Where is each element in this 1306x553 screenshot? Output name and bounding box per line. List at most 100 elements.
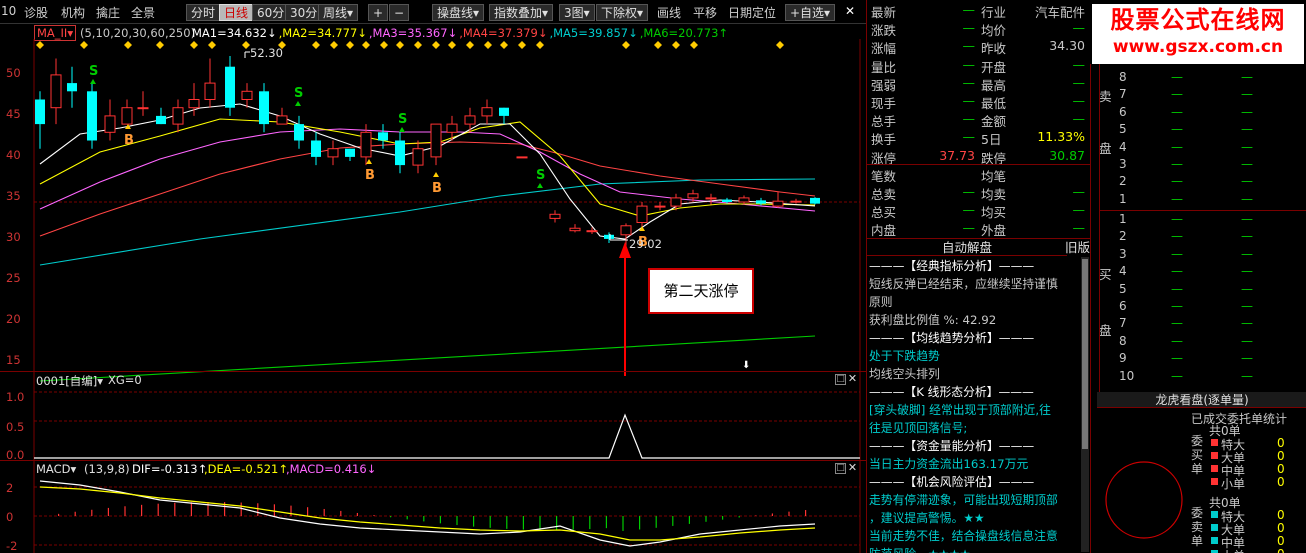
buy-level-5: 5 xyxy=(1119,281,1127,296)
sell-arrow-icon xyxy=(295,101,301,106)
analysis-line-11: 当日主力资金流出163.17万元 xyxy=(869,457,1029,471)
sell-order-row-value: 0 xyxy=(1277,521,1285,535)
quote-value-2: — xyxy=(962,38,976,54)
sell-signal-mark: S xyxy=(89,64,98,79)
candle-up xyxy=(738,197,750,203)
buy-volume: — xyxy=(1241,212,1253,226)
quote-label-4: 强弱 xyxy=(871,77,897,93)
candle-down xyxy=(225,66,235,108)
buy-signal-mark: B xyxy=(432,181,442,196)
candle-down xyxy=(156,115,166,125)
sell-volume: — xyxy=(1241,139,1253,154)
trading-line-dropdown[interactable]: 操盘线▾ xyxy=(432,4,485,21)
analysis-line-13: 走势有停滞迹象，可能出现短期顶部 xyxy=(869,493,1058,507)
menu-catch-dealer[interactable]: 擒庄 xyxy=(96,4,120,21)
xg-signal-chart xyxy=(34,391,860,459)
close-icon[interactable]: ✕ xyxy=(845,4,855,18)
index-overlay-dropdown[interactable]: 指数叠加▾ xyxy=(489,4,554,21)
candle-down xyxy=(604,234,614,239)
watchlist-dropdown[interactable]: +自选▾ xyxy=(785,4,836,21)
low-price-label: 29.02 xyxy=(629,237,662,251)
analysis-line-9: 往是见顶回落信号; xyxy=(869,421,968,435)
buy-price: — xyxy=(1171,212,1183,226)
buy-price: — xyxy=(1171,333,1183,348)
analysis-line-16: 防范风险。★★★★ xyxy=(869,545,970,553)
menu-institution[interactable]: 机构 xyxy=(61,4,85,21)
candle-down xyxy=(395,140,405,166)
layout-dropdown[interactable]: 3图▾ xyxy=(559,4,595,21)
buy-volume: — xyxy=(1241,281,1253,296)
draw-line-button[interactable]: 画线 xyxy=(657,4,681,21)
order-book: 卖 盘 买 盘 8 — — 7 — — 6 — — 5 — — 4 — — 3 — — 2 — — 1 — — 1 — — 2 — — 3… xyxy=(1090,64,1306,392)
quote-label-r-6: 金额 xyxy=(981,114,1007,130)
watermark: 股票公式在线网 www.gszx.com.cn xyxy=(1092,4,1304,64)
sell-level-8: 8 xyxy=(1119,70,1127,84)
menu-diagnose[interactable]: 诊股 xyxy=(24,4,48,21)
rights-dropdown[interactable]: 下除权▾ xyxy=(596,4,649,21)
zoom-out-button[interactable]: − xyxy=(389,4,409,21)
analysis-line-1: 短线反弹已经结束，应继续坚持谨慎 xyxy=(869,277,1058,291)
sell-order-group-label: 委卖单 xyxy=(1191,506,1204,548)
quote-value-r-7: 11.33% xyxy=(1037,129,1085,145)
period-30min[interactable]: 30分 xyxy=(285,4,323,21)
candle-up xyxy=(790,200,802,203)
quote-label-r-7: 5日 xyxy=(981,132,1002,148)
sell-arrow-icon xyxy=(90,79,96,84)
buy-volume: — xyxy=(1241,351,1253,366)
period-intraday[interactable]: 分时 xyxy=(186,4,221,21)
stock-terminal: 10 诊股 机构 擒庄 全景 分时 日线 60分 30分 周线▾ + − 操盘线… xyxy=(0,0,1306,553)
signal-diamond xyxy=(672,41,680,49)
quote-value-r-12: — xyxy=(1072,220,1086,236)
quote-label-6: 总手 xyxy=(871,114,897,130)
buy-order-row-value: 0 xyxy=(1277,462,1285,476)
menu-panorama[interactable]: 全景 xyxy=(131,4,155,21)
sell-arrow-icon xyxy=(399,127,405,132)
analysis-line-2: 原则 xyxy=(869,295,893,309)
candle-up xyxy=(636,205,648,224)
buy-signal-mark: B xyxy=(365,168,375,183)
analysis-line-4: ———【均线趋势分析】——— xyxy=(869,331,1035,345)
period-weekly[interactable]: 周线▾ xyxy=(318,4,359,21)
signal-diamond xyxy=(448,41,456,49)
old-version-tab[interactable]: 旧版 xyxy=(1065,239,1091,256)
candle-down xyxy=(294,124,304,141)
zoom-in-button[interactable]: + xyxy=(368,4,388,21)
buy-level-7: 7 xyxy=(1119,316,1127,331)
period-daily[interactable]: 日线 xyxy=(219,4,254,21)
sell-volume: — xyxy=(1241,104,1253,119)
buy-order-row-label: 小单 xyxy=(1221,477,1246,491)
candle-up xyxy=(446,123,458,133)
sell-signal-mark: S xyxy=(398,112,407,127)
candle-up xyxy=(654,205,666,208)
buy-price: — xyxy=(1171,299,1183,313)
sell-signal-mark: S xyxy=(294,86,303,101)
candle-down xyxy=(35,99,45,125)
buy-volume: — xyxy=(1241,333,1253,348)
quote-value-r-5: — xyxy=(1072,93,1086,108)
quote-label-1: 涨跌 xyxy=(871,23,897,39)
date-locate-button[interactable]: 日期定位 xyxy=(728,4,776,21)
buy-order-group-label: 委买单 xyxy=(1191,434,1204,476)
candle-up xyxy=(188,99,200,109)
pan-button[interactable]: 平移 xyxy=(693,4,717,21)
analysis-scrollbar[interactable] xyxy=(1081,257,1089,552)
signal-diamond xyxy=(396,41,404,49)
buy-arrow-icon xyxy=(366,159,372,164)
sell-volume: — xyxy=(1241,122,1253,137)
period-60min[interactable]: 60分 xyxy=(252,4,290,21)
watermark-title: 股票公式在线网 xyxy=(1110,6,1286,34)
candle-down xyxy=(345,148,355,157)
signal-diamond xyxy=(156,41,164,49)
quote-value-11: — xyxy=(962,202,976,218)
dragon-title: 龙虎看盘(逐单量) xyxy=(1097,392,1306,408)
candle-up xyxy=(276,115,288,125)
signal-diamond xyxy=(690,41,698,49)
buy-volume: — xyxy=(1241,229,1253,244)
high-price-label: 52.30 xyxy=(250,46,283,60)
analysis-line-6: 均线空头排列 xyxy=(869,367,940,381)
scroll-down-icon[interactable]: ⬇ xyxy=(742,360,750,371)
signal-diamond xyxy=(124,41,132,49)
signal-diamond xyxy=(362,41,370,49)
dragon-tiger-panel: 龙虎看盘(逐单量) 已成交委托单统计 委买单 共0单 特大 0 大单 0 中单 0 小单 0 … xyxy=(1090,392,1306,553)
sell-level-5: 5 xyxy=(1119,122,1127,137)
